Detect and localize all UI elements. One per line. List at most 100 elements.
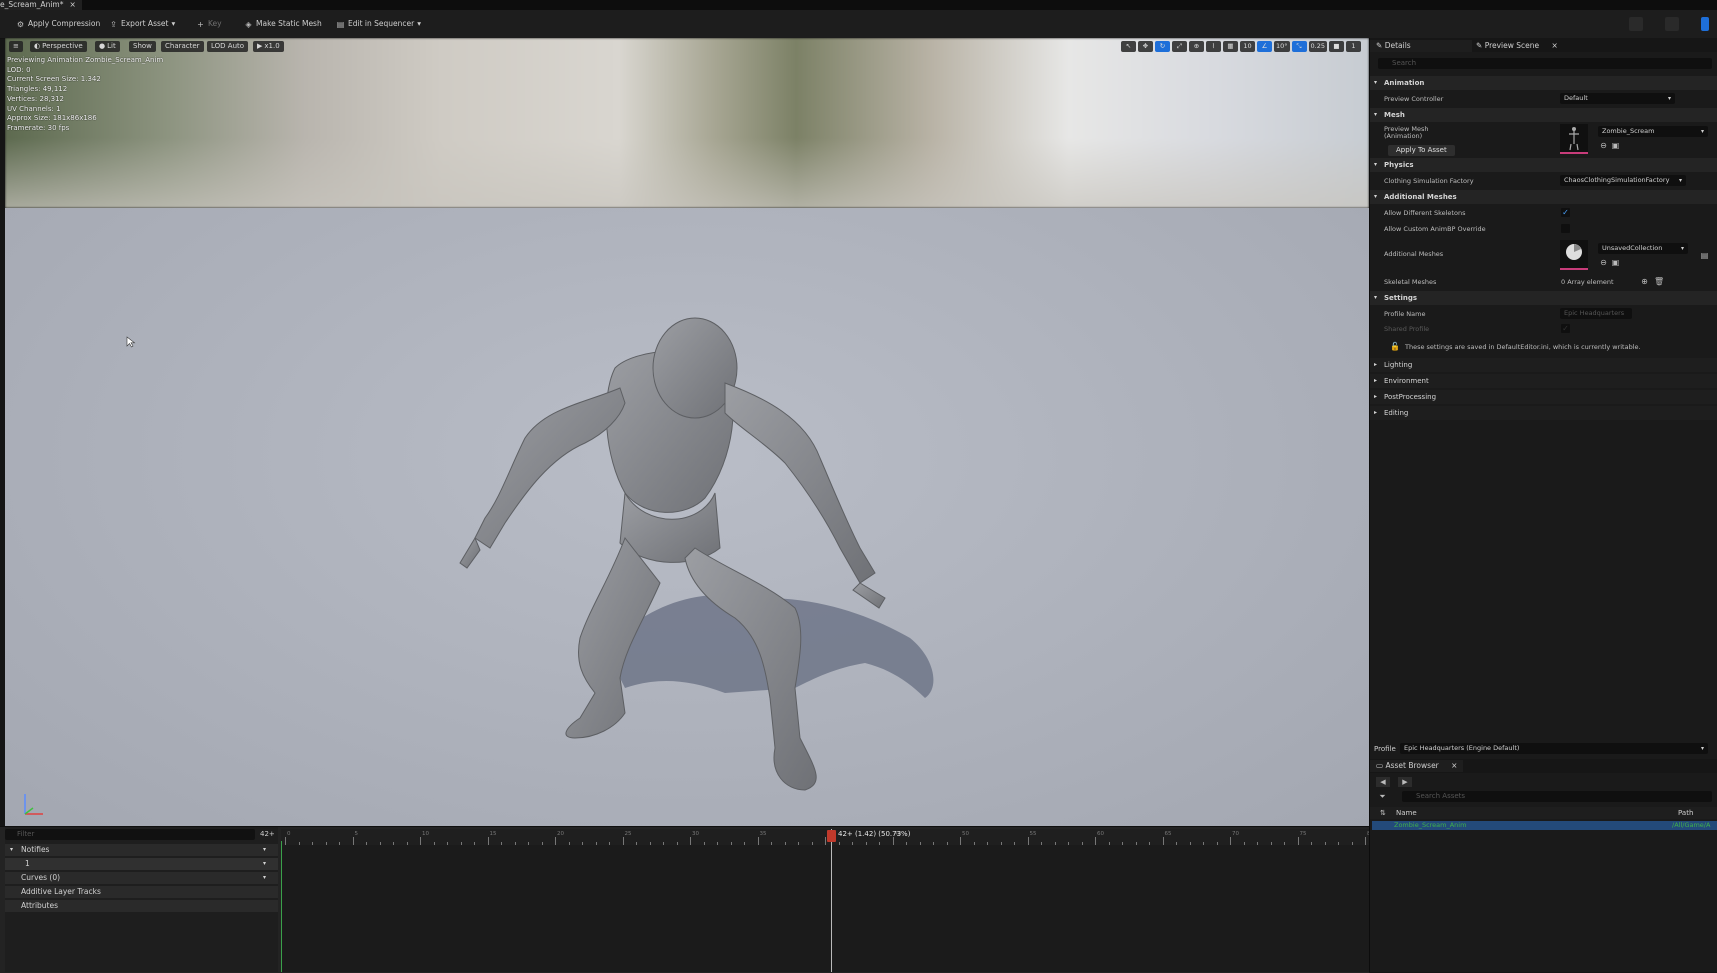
- apply-to-asset-button[interactable]: Apply To Asset: [1388, 145, 1455, 156]
- list-view-icon[interactable]: ⇅: [1380, 809, 1386, 817]
- category-postprocessing[interactable]: ▸ PostProcessing: [1370, 390, 1717, 404]
- additional-meshes-dropdown[interactable]: UnsavedCollection ▾: [1598, 243, 1688, 254]
- stats-line: Framerate: 30 fps: [7, 123, 70, 132]
- playhead-handle[interactable]: [827, 830, 836, 842]
- browse-icon[interactable]: ▣: [1611, 141, 1620, 150]
- category-mesh[interactable]: ▾ Mesh: [1370, 108, 1717, 122]
- close-icon[interactable]: ×: [1451, 761, 1457, 770]
- ruler-tick-label: 65: [1164, 831, 1172, 837]
- chevron-down-icon[interactable]: ▾: [263, 844, 266, 856]
- ruler-tick-label: 15: [489, 831, 497, 837]
- chevron-down-icon[interactable]: ▾: [263, 872, 266, 884]
- category-lighting[interactable]: ▸ Lighting: [1370, 358, 1717, 372]
- document-tab[interactable]: e_Scream_Anim* ×: [0, 0, 82, 10]
- preview-controller-dropdown[interactable]: Default ▾: [1560, 93, 1675, 104]
- ruler-tick: [555, 837, 556, 845]
- ruler-tick: [1041, 842, 1042, 845]
- world-icon[interactable]: ⊕: [1188, 41, 1204, 52]
- scale-snap-icon[interactable]: ⤡: [1291, 41, 1307, 52]
- animation-mode-icon[interactable]: [1665, 17, 1679, 31]
- asset-row[interactable]: Zombie_Scream_Anim /All/Game/A: [1372, 821, 1717, 830]
- search-assets-input[interactable]: Search Assets: [1402, 791, 1712, 802]
- collapse-arrow-icon[interactable]: ▾: [10, 844, 13, 856]
- clothing-factory-dropdown[interactable]: ChaosClothingSimulationFactory ▾: [1560, 175, 1686, 186]
- mesh-thumbnail[interactable]: [1560, 124, 1588, 154]
- track-notifies[interactable]: ▾ Notifies ▾: [5, 844, 278, 856]
- column-name[interactable]: Name: [1396, 809, 1417, 817]
- edit-in-sequencer-button[interactable]: ▤ Edit in Sequencer ▾: [336, 18, 421, 30]
- viewport-menu-button[interactable]: ≡: [9, 41, 23, 52]
- use-selected-icon[interactable]: ⊖: [1599, 258, 1608, 267]
- track-additive-layers[interactable]: Additive Layer Tracks: [5, 886, 278, 898]
- stats-line: UV Channels: 1: [7, 104, 61, 113]
- preview-viewport[interactable]: ≡ ◐ Perspective ● Lit Show Character LOD…: [5, 38, 1369, 826]
- scale-icon[interactable]: ⤢: [1171, 41, 1187, 52]
- track-attributes[interactable]: Attributes: [5, 900, 278, 912]
- asset-browser-tabbar: ▭ Asset Browser ×: [1370, 759, 1717, 773]
- category-environment[interactable]: ▸ Environment: [1370, 374, 1717, 388]
- profile-dropdown[interactable]: Epic Headquarters (Engine Default) ▾: [1400, 743, 1708, 754]
- select-icon[interactable]: ↖: [1120, 41, 1136, 52]
- tab-preview-scene[interactable]: ✎ Preview Scene ×: [1470, 40, 1564, 52]
- grid-snap-icon[interactable]: ▦: [1222, 41, 1238, 52]
- active-mode-icon[interactable]: [1701, 17, 1709, 31]
- scale-snap-value[interactable]: 0.25: [1308, 41, 1327, 52]
- allow-custom-animbp-checkbox[interactable]: [1561, 224, 1570, 233]
- category-editing[interactable]: ▸ Editing: [1370, 406, 1717, 420]
- category-settings[interactable]: ▾ Settings: [1370, 291, 1717, 305]
- playhead-line[interactable]: [831, 829, 832, 972]
- category-additional-meshes[interactable]: ▾ Additional Meshes: [1370, 190, 1717, 204]
- add-element-icon[interactable]: ⊕: [1640, 277, 1649, 286]
- category-physics[interactable]: ▾ Physics: [1370, 158, 1717, 172]
- rotation-snap-value[interactable]: 10°: [1273, 41, 1290, 52]
- filter-icon[interactable]: ⏷: [1378, 792, 1387, 801]
- chevron-down-icon[interactable]: ▾: [263, 858, 266, 870]
- shared-profile-checkbox[interactable]: ✓: [1561, 324, 1570, 333]
- rotation-snap-icon[interactable]: ∠: [1256, 41, 1272, 52]
- browse-icon[interactable]: ▣: [1611, 258, 1620, 267]
- track-notify-row[interactable]: 1 ▾: [5, 858, 278, 870]
- timeline-ruler[interactable]: 05101520253035404550556065707580: [281, 829, 1374, 845]
- lod-button[interactable]: LOD Auto: [207, 41, 249, 52]
- tab-details[interactable]: ✎ Details: [1370, 40, 1472, 52]
- use-selected-icon[interactable]: ⊖: [1599, 141, 1608, 150]
- profile-name-field[interactable]: Epic Headquarters: [1560, 308, 1632, 319]
- export-asset-button[interactable]: ⇪ Export Asset ▾: [109, 18, 175, 30]
- camera-speed-icon[interactable]: ■: [1329, 41, 1344, 52]
- tab-asset-browser[interactable]: ▭ Asset Browser ×: [1370, 760, 1464, 772]
- apply-compression-button[interactable]: ⚙ Apply Compression: [16, 18, 100, 30]
- translate-icon[interactable]: ✥: [1137, 41, 1153, 52]
- close-icon[interactable]: ×: [69, 0, 75, 10]
- make-static-mesh-button[interactable]: ◈ Make Static Mesh: [244, 18, 321, 30]
- playback-speed-button[interactable]: ▶ x1.0: [253, 41, 284, 52]
- timeline-track-area[interactable]: [281, 829, 1369, 972]
- collection-thumbnail[interactable]: [1560, 240, 1588, 270]
- show-button[interactable]: Show: [129, 41, 156, 52]
- save-icon[interactable]: ▤: [1700, 251, 1709, 260]
- category-animation[interactable]: ▾ Animation: [1370, 76, 1717, 90]
- skeleton-mode-icon[interactable]: [1629, 17, 1643, 31]
- surface-snap-icon[interactable]: ⌇: [1205, 41, 1221, 52]
- column-path[interactable]: Path: [1678, 809, 1693, 817]
- timeline-filter-input[interactable]: Filter: [5, 829, 255, 840]
- character-button[interactable]: Character: [161, 41, 204, 52]
- stats-line: Current Screen Size: 1.342: [7, 75, 101, 84]
- rotate-icon[interactable]: ↻: [1154, 41, 1170, 52]
- trash-icon[interactable]: 🗑: [1654, 277, 1664, 286]
- key-button[interactable]: + Key: [196, 18, 221, 30]
- back-button[interactable]: ◀: [1376, 777, 1390, 787]
- allow-different-skeletons-checkbox[interactable]: ✓: [1561, 208, 1570, 217]
- lit-button[interactable]: ● Lit: [95, 41, 120, 52]
- compression-icon: ⚙: [16, 19, 25, 29]
- preview-mesh-dropdown[interactable]: Zombie_Scream ▾: [1598, 126, 1708, 137]
- camera-speed-value[interactable]: 1: [1346, 41, 1361, 52]
- clothing-factory-label: Clothing Simulation Factory: [1384, 177, 1474, 185]
- track-curves[interactable]: Curves (0) ▾: [5, 872, 278, 884]
- details-search-input[interactable]: Search: [1378, 58, 1712, 69]
- perspective-button[interactable]: ◐ Perspective: [30, 41, 87, 52]
- mode-icons: [1629, 17, 1709, 31]
- forward-button[interactable]: ▶: [1398, 777, 1412, 787]
- chevron-down-icon: ▾: [1700, 128, 1704, 135]
- close-icon[interactable]: ×: [1552, 41, 1558, 50]
- grid-snap-value[interactable]: 10: [1239, 41, 1255, 52]
